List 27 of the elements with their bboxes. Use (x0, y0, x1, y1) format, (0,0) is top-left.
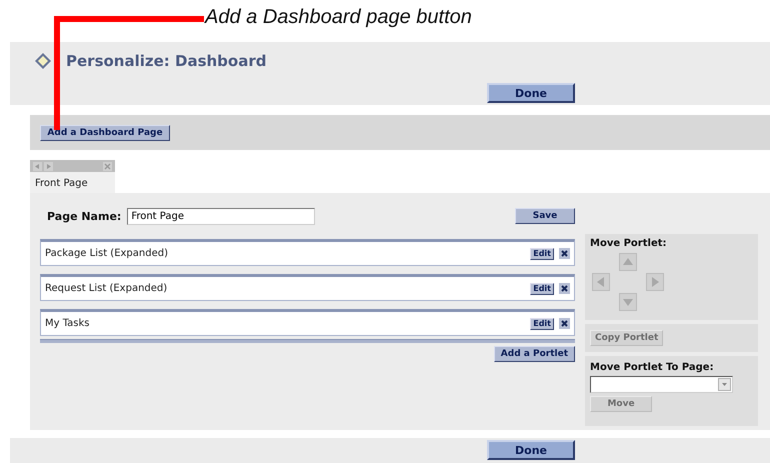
page-dropdown[interactable] (590, 376, 733, 393)
page-name-field[interactable]: Front Page (127, 208, 316, 224)
page-tab[interactable]: Front Page (30, 172, 115, 193)
portlet-name: My Tasks (45, 318, 90, 329)
portlet-name: Package List (Expanded) (45, 248, 168, 259)
move-to-page-label: Move Portlet To Page: (590, 362, 715, 373)
done-button[interactable]: Done (487, 83, 575, 103)
callout-label: Add a Dashboard page button (205, 6, 472, 28)
diamond-icon (34, 52, 52, 70)
portlet-name: Request List (Expanded) (45, 283, 168, 294)
remove-icon[interactable] (559, 318, 570, 329)
remove-icon[interactable] (559, 283, 570, 294)
close-icon[interactable] (103, 162, 112, 170)
edit-button[interactable]: Edit (530, 248, 554, 260)
page-name-label: Page Name: (47, 210, 122, 222)
right-arrow-icon[interactable] (44, 162, 53, 170)
save-button[interactable]: Save (515, 208, 575, 224)
move-portlet-label: Move Portlet: (590, 238, 668, 249)
add-dashboard-page-button[interactable]: Add a Dashboard Page (40, 124, 170, 140)
done-button[interactable]: Done (487, 440, 575, 460)
edit-button[interactable]: Edit (530, 282, 554, 294)
page-title: Personalize: Dashboard (66, 52, 266, 70)
edit-button[interactable]: Edit (530, 318, 554, 330)
remove-icon[interactable] (559, 248, 570, 259)
add-portlet-button[interactable]: Add a Portlet (494, 346, 575, 362)
left-arrow-icon[interactable] (33, 162, 42, 170)
caret-icon (718, 378, 731, 391)
